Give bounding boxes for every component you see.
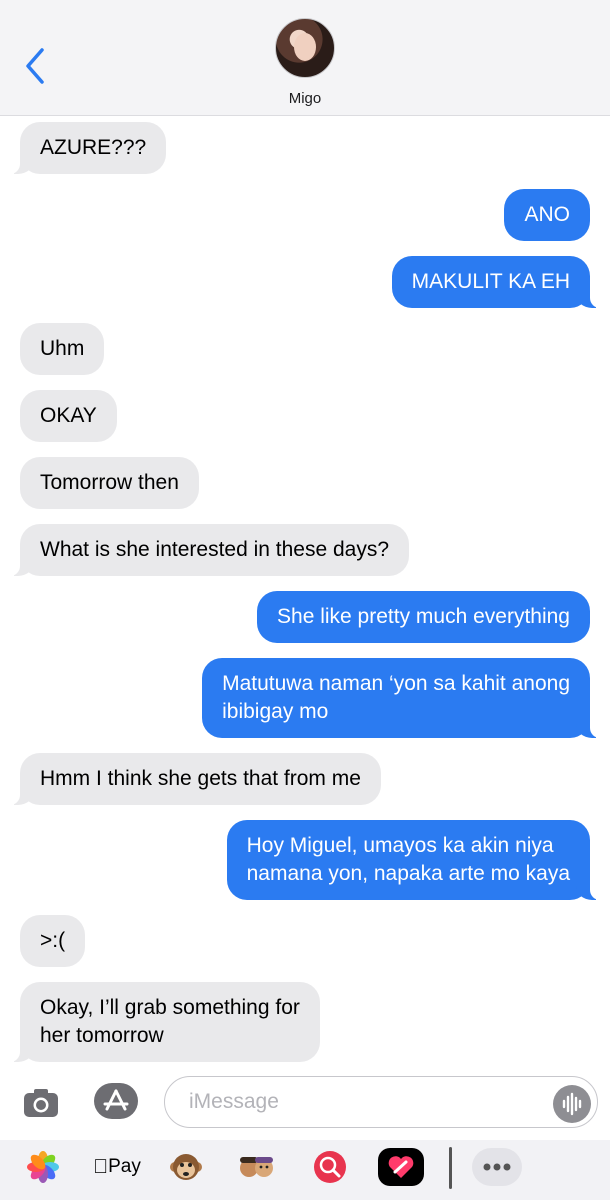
digital-touch-app[interactable]: [378, 1148, 424, 1186]
imessage-input[interactable]: [164, 1076, 598, 1128]
message-text: She like pretty much everything: [277, 605, 570, 628]
message-text: ANO: [524, 203, 570, 226]
conversation-header: Migo: [0, 0, 610, 116]
search-images-app[interactable]: [307, 1148, 353, 1186]
digital-touch-icon: [388, 1156, 414, 1178]
camera-icon: [24, 1089, 58, 1117]
message-text: AZURE???: [40, 136, 147, 159]
camera-button[interactable]: [22, 1086, 60, 1120]
message-text: What is she interested in these days?: [40, 538, 390, 561]
apple-pay-icon: : [93, 1156, 108, 1179]
message-composer: [0, 1068, 610, 1140]
message-incoming[interactable]: Uhm: [20, 323, 105, 375]
message-text: Uhm: [40, 337, 85, 360]
message-incoming[interactable]: AZURE???: [5, 122, 167, 174]
message-incoming[interactable]: Tomorrow then: [20, 457, 199, 509]
apple-pay-app[interactable]:  Pay: [92, 1148, 142, 1186]
contact-avatar[interactable]: [275, 18, 335, 78]
message-incoming[interactable]: OKAY: [20, 390, 117, 442]
audio-waveform-icon: [562, 1092, 582, 1116]
message-incoming[interactable]: Okay, I’ll grab something for her tomorr…: [6, 982, 320, 1062]
message-incoming[interactable]: What is she interested in these days?: [5, 524, 410, 576]
search-images-icon: [314, 1151, 346, 1183]
audio-message-button[interactable]: [553, 1085, 591, 1123]
chevron-left-icon: [26, 48, 44, 84]
message-text: MAKULIT KA EH: [411, 270, 570, 293]
imessage-app-strip:  Pay: [0, 1140, 610, 1200]
message-outgoing[interactable]: Matutuwa naman ‘yon sa kahit anong ibibi…: [202, 658, 604, 738]
monkey-memoji-icon: [170, 1154, 202, 1180]
message-text: OKAY: [40, 404, 97, 427]
photos-icon: [27, 1151, 59, 1183]
memoji-stickers-app[interactable]: [234, 1148, 280, 1186]
message-text: Okay, I’ll grab something for her tomorr…: [40, 996, 300, 1047]
message-incoming[interactable]: >:(: [20, 915, 86, 967]
back-button[interactable]: [18, 44, 54, 88]
more-apps-button[interactable]: [472, 1148, 522, 1186]
app-store-icon: [103, 1089, 129, 1111]
message-text: Matutuwa naman ‘yon sa kahit anong ibibi…: [222, 672, 570, 723]
message-outgoing[interactable]: ANO: [504, 189, 590, 241]
more-icon: [483, 1163, 511, 1171]
message-text: Hoy Miguel, umayos ka akin niya namana y…: [246, 834, 570, 885]
app-store-button[interactable]: [94, 1083, 138, 1119]
contact-name[interactable]: Migo: [0, 90, 610, 107]
message-text: Tomorrow then: [40, 471, 179, 494]
message-text: Hmm I think she gets that from me: [40, 767, 361, 790]
message-outgoing[interactable]: She like pretty much everything: [257, 591, 590, 643]
apple-pay-label: Pay: [100, 1156, 141, 1177]
memoji-stickers-icon: [240, 1157, 273, 1177]
animoji-app[interactable]: [163, 1148, 209, 1186]
message-outgoing[interactable]: MAKULIT KA EH: [391, 256, 605, 308]
app-strip-divider: [449, 1147, 452, 1189]
avatar-face: [294, 33, 316, 61]
message-incoming[interactable]: Hmm I think she gets that from me: [6, 753, 381, 805]
photos-app[interactable]: [20, 1148, 66, 1186]
message-outgoing[interactable]: Hoy Miguel, umayos ka akin niya namana y…: [226, 820, 605, 900]
message-text: >:(: [40, 929, 66, 952]
